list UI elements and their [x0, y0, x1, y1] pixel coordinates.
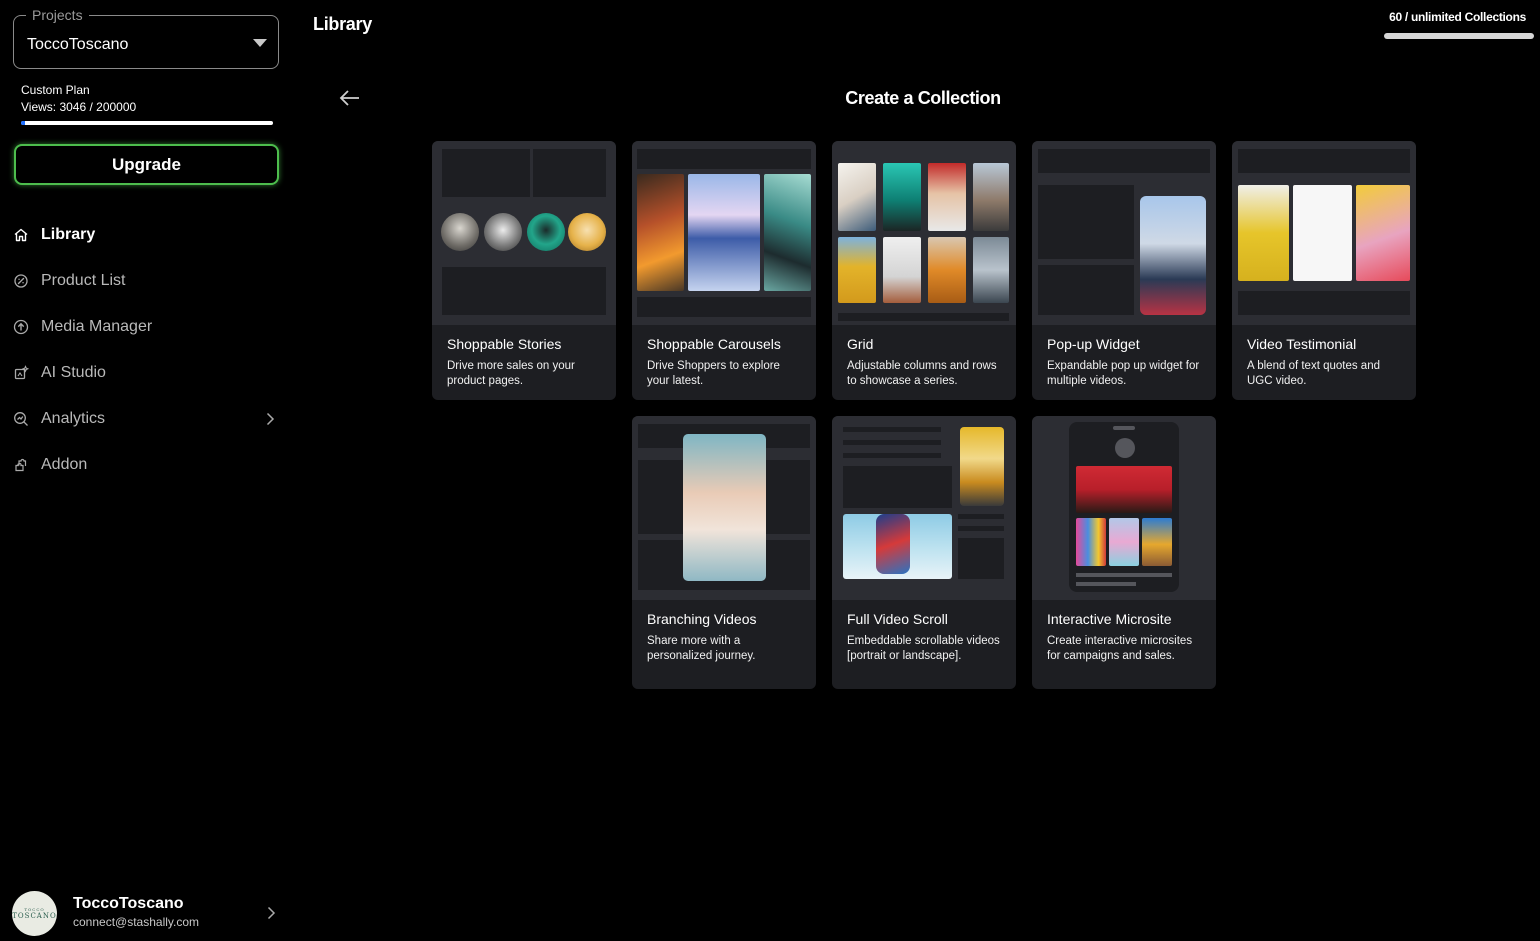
sidebar-item-label: Library	[41, 226, 96, 243]
views-usage-fill	[21, 121, 25, 125]
avatar: TOCCO TOSCANO	[12, 891, 57, 936]
collection-card-interactive-microsite[interactable]: Interactive Microsite Create interactive…	[1032, 416, 1216, 689]
collection-card-video-testimonial[interactable]: Video Testimonial A blend of text quotes…	[1232, 141, 1416, 400]
collections-usage-text: 60 / unlimited Collections	[1389, 10, 1526, 24]
user-profile[interactable]: TOCCO TOSCANO ToccoToscano connect@stash…	[0, 886, 296, 941]
card-preview	[1232, 141, 1416, 325]
sidebar-item-analytics[interactable]: Analytics	[0, 396, 296, 442]
card-title: Shoppable Carousels	[647, 336, 781, 352]
card-title: Pop-up Widget	[1047, 336, 1140, 352]
views-usage-bar	[21, 121, 273, 125]
collection-card-grid[interactable]: Grid Adjustable columns and rows to show…	[832, 141, 1016, 400]
card-preview	[432, 141, 616, 325]
collection-card-full-video-scroll[interactable]: Full Video Scroll Embeddable scrollable …	[832, 416, 1016, 689]
sidebar-item-library[interactable]: Library	[0, 212, 296, 258]
sidebar-nav: Library Product List Media Manager AI St…	[0, 212, 296, 488]
card-title: Branching Videos	[647, 611, 757, 627]
card-preview	[1032, 141, 1216, 325]
sidebar: Projects ToccoToscano Custom Plan Views:…	[0, 0, 296, 941]
sidebar-item-label: AI Studio	[41, 364, 106, 381]
sidebar-item-ai-studio[interactable]: AI Studio	[0, 350, 296, 396]
card-preview	[632, 141, 816, 325]
card-description: Drive Shoppers to explore your latest.	[647, 360, 780, 387]
create-collection-title: Create a Collection	[845, 88, 1001, 108]
card-title: Video Testimonial	[1247, 336, 1357, 352]
tag-icon	[14, 274, 28, 288]
sidebar-item-media-manager[interactable]: Media Manager	[0, 304, 296, 350]
chevron-right-icon	[266, 412, 275, 426]
card-description: A blend of text quotes and UGC video.	[1247, 360, 1380, 387]
project-select-label: Projects	[26, 7, 89, 23]
user-name: ToccoToscano	[73, 895, 184, 912]
upgrade-button[interactable]: Upgrade	[14, 144, 279, 185]
collection-card-shoppable-stories[interactable]: Shoppable Stories Drive more sales on yo…	[432, 141, 616, 400]
card-title: Grid	[847, 336, 874, 352]
sidebar-item-label: Media Manager	[41, 318, 153, 335]
sidebar-item-label: Addon	[41, 456, 88, 473]
card-description: Expandable pop up widget for multiple vi…	[1047, 360, 1200, 387]
collection-card-popup-widget[interactable]: Pop-up Widget Expandable pop up widget f…	[1032, 141, 1216, 400]
card-title: Interactive Microsite	[1047, 611, 1172, 627]
chevron-right-icon	[267, 906, 276, 920]
card-description: Drive more sales on your product pages.	[447, 360, 575, 387]
card-preview	[632, 416, 816, 600]
collection-card-branching-videos[interactable]: Branching Videos Share more with a perso…	[632, 416, 816, 689]
card-description: Embeddable scrollable videos [portrait o…	[847, 635, 1000, 662]
sidebar-item-product-list[interactable]: Product List	[0, 258, 296, 304]
project-select[interactable]: Projects ToccoToscano	[13, 7, 279, 69]
page-title: Library	[313, 14, 372, 34]
card-description: Create interactive microsites for campai…	[1047, 635, 1193, 662]
sidebar-item-label: Product List	[41, 272, 126, 289]
caret-down-icon	[253, 39, 267, 47]
card-description: Share more with a personalized journey.	[647, 635, 756, 662]
card-preview	[832, 416, 1016, 600]
user-email: connect@stashally.com	[73, 915, 200, 929]
avatar-logo-text: TOSCANO	[12, 912, 57, 920]
collection-card-shoppable-carousels[interactable]: Shoppable Carousels Drive Shoppers to ex…	[632, 141, 816, 400]
card-title: Full Video Scroll	[847, 611, 948, 627]
card-title: Shoppable Stories	[447, 336, 562, 352]
sidebar-item-addon[interactable]: Addon	[0, 442, 296, 488]
sidebar-item-label: Analytics	[41, 410, 106, 427]
puzzle-icon	[15, 458, 27, 472]
collections-usage-bar	[1384, 33, 1534, 39]
upload-icon	[13, 319, 29, 335]
ai-sparkle-icon	[14, 365, 29, 380]
analytics-icon	[14, 412, 28, 426]
collections-usage-fill	[1384, 33, 1534, 39]
home-icon	[14, 228, 28, 242]
card-preview	[1032, 416, 1216, 600]
project-select-value: ToccoToscano	[27, 36, 129, 53]
card-description: Adjustable columns and rows to showcase …	[847, 360, 997, 387]
card-preview	[832, 141, 1016, 325]
